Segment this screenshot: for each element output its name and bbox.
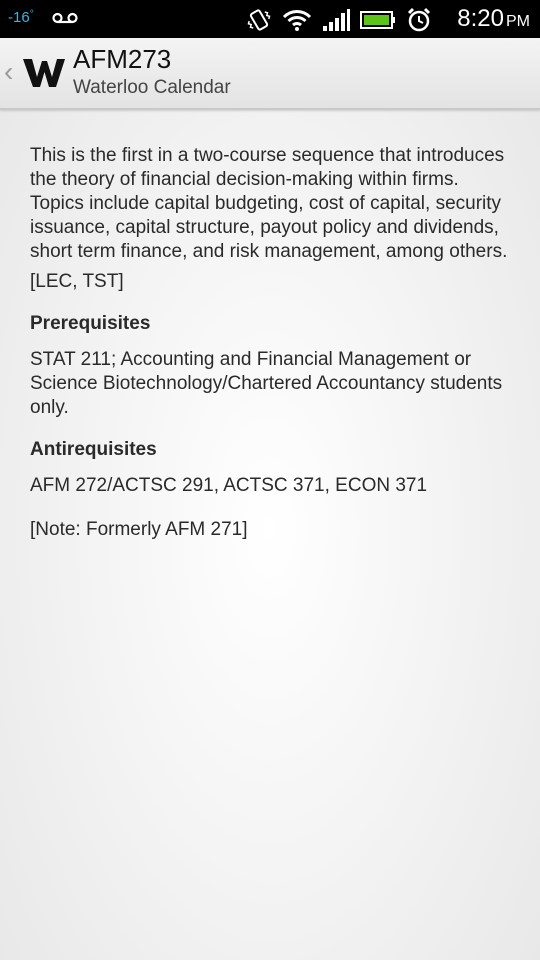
course-components: [LEC, TST] [30,271,124,292]
prerequisites-text: STAT 211; Accounting and Financial Manag… [30,349,503,418]
battery-icon [360,11,395,29]
degree-symbol: ° [29,9,34,20]
course-description: This is the first in a two-course sequen… [30,145,508,262]
alarm-icon [407,7,431,32]
back-chevron-icon[interactable]: ‹ [4,58,13,86]
app-logo-icon[interactable] [22,56,66,90]
action-bar: ‹ AFM273 Waterloo Calendar [0,38,540,110]
vibrate-icon [247,9,271,31]
temperature-indicator: -16° [8,9,34,26]
clock-time: 8:20 [457,5,504,32]
voicemail-icon [52,12,78,24]
page-title: AFM273 [73,44,172,74]
status-icons [246,7,432,33]
wifi-icon [282,10,312,31]
signal-icon [323,9,350,31]
antirequisites-text: AFM 272/ACTSC 291, ACTSC 371, ECON 371 [30,475,428,496]
course-detail: This is the first in a two-course sequen… [30,144,510,542]
status-bar: -16° 8:20 PM [0,0,540,38]
page-subtitle: Waterloo Calendar [73,77,231,98]
prerequisites-heading: Prerequisites [30,313,151,334]
clock: 8:20 PM [457,5,530,33]
antirequisites-heading: Antirequisites [30,439,157,460]
temperature-value: -16 [8,9,30,26]
course-note: [Note: Formerly AFM 271] [30,519,248,540]
clock-ampm: PM [506,13,530,30]
